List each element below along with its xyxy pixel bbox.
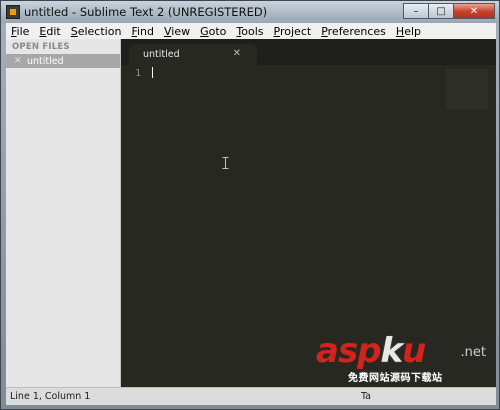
menu-find[interactable]: Find — [126, 25, 159, 38]
maximize-button[interactable]: □ — [428, 3, 454, 19]
menu-project[interactable]: Project — [269, 25, 317, 38]
app-window: untitled - Sublime Text 2 (UNREGISTERED)… — [0, 0, 500, 410]
close-button[interactable]: ✕ — [453, 3, 495, 19]
minimize-button[interactable]: – — [403, 3, 429, 19]
title-bar[interactable]: untitled - Sublime Text 2 (UNREGISTERED)… — [1, 1, 499, 23]
close-icon[interactable]: ✕ — [14, 56, 24, 66]
tab-strip: untitled ✕ — [121, 39, 496, 65]
cursor-position: Line 1, Column 1 — [10, 391, 91, 402]
window-controls: – □ ✕ — [403, 3, 495, 19]
menu-tools[interactable]: Tools — [231, 25, 268, 38]
ibeam-cursor-icon — [222, 157, 229, 169]
tab-size-indicator[interactable]: Ta — [361, 391, 371, 402]
menu-view[interactable]: View — [159, 25, 195, 38]
watermark-net: .net — [460, 345, 486, 360]
line-number: 1 — [135, 68, 141, 79]
tab-close-icon[interactable]: ✕ — [233, 48, 241, 59]
open-files-header: OPEN FILES — [12, 42, 70, 52]
tab-label: untitled — [143, 49, 180, 60]
menu-edit[interactable]: Edit — [34, 25, 65, 38]
menu-file[interactable]: File — [6, 25, 34, 38]
sidebar-file-untitled[interactable]: ✕ untitled — [6, 54, 120, 68]
menu-bar: File Edit Selection Find View Goto Tools… — [6, 23, 496, 39]
window-title: untitled - Sublime Text 2 (UNREGISTERED) — [24, 5, 268, 19]
sublime-app-icon[interactable] — [6, 5, 20, 19]
text-caret — [152, 67, 153, 78]
watermark-subtitle: 免费网站源码下载站 — [348, 373, 443, 384]
line-gutter: 1 — [121, 65, 147, 387]
menu-selection[interactable]: Selection — [66, 25, 127, 38]
watermark-text: aspku — [316, 331, 426, 371]
aspku-watermark-logo: aspku .net 免费网站源码下载站 — [316, 331, 488, 384]
content-area: OPEN FILES ✕ untitled untitled ✕ 1 aspku… — [6, 39, 496, 387]
status-bar: Line 1, Column 1 Ta — [6, 387, 496, 405]
minimap[interactable] — [446, 69, 488, 109]
menu-help[interactable]: Help — [391, 25, 426, 38]
menu-goto[interactable]: Goto — [195, 25, 231, 38]
sidebar: OPEN FILES ✕ untitled — [6, 39, 121, 387]
sidebar-file-label: untitled — [27, 55, 64, 67]
tab-untitled[interactable]: untitled ✕ — [129, 44, 257, 65]
menu-preferences[interactable]: Preferences — [316, 25, 391, 38]
